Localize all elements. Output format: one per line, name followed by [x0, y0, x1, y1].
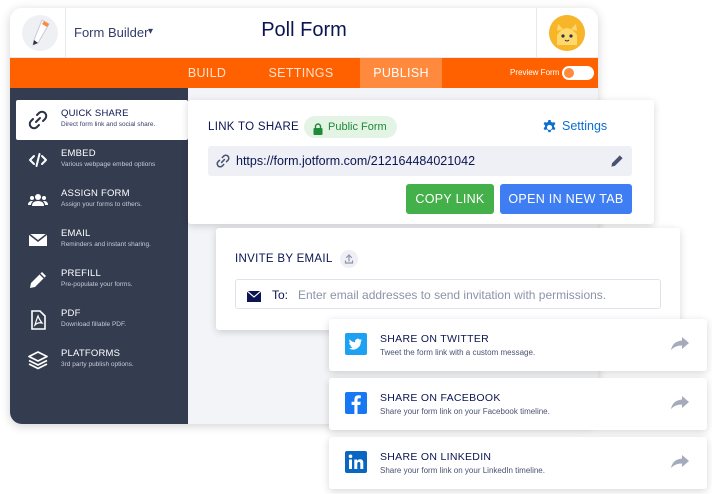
sidebar-item-subtitle: 3rd party publish options. — [61, 361, 134, 368]
public-form-badge[interactable]: Public Form — [304, 116, 397, 138]
share-on-twitter-card[interactable]: SHARE ON TWITTER Tweet the form link wit… — [329, 319, 707, 371]
sidebar-item-subtitle: Various webpage embed options — [61, 161, 156, 168]
nav-bar: BUILD SETTINGS PUBLISH Preview Form — [10, 58, 598, 88]
tab-settings[interactable]: SETTINGS — [266, 58, 336, 88]
sidebar: QUICK SHARE Direct form link and social … — [10, 88, 188, 424]
to-label: To: — [272, 288, 289, 302]
form-url-field[interactable]: https://form.jotform.com/212164484021042 — [208, 146, 632, 176]
pencil-icon — [28, 270, 48, 290]
tab-build[interactable]: BUILD — [180, 58, 234, 88]
invite-by-email-card: INVITE BY EMAIL To: Enter email addresse… — [216, 228, 680, 330]
tab-publish[interactable]: PUBLISH — [360, 58, 442, 88]
sidebar-item-subtitle: Direct form link and social share. — [61, 121, 156, 128]
invite-email-input[interactable]: To: Enter email addresses to send invita… — [235, 279, 661, 309]
user-avatar[interactable] — [549, 15, 585, 51]
form-title[interactable]: Poll Form — [10, 19, 598, 42]
sidebar-item-subtitle: Pre-populate your forms. — [61, 281, 133, 288]
sidebar-item-assign-form[interactable]: ASSIGN FORM Assign your forms to others. — [16, 180, 188, 220]
avatar-box[interactable] — [536, 8, 598, 58]
sidebar-item-prefill[interactable]: PREFILL Pre-populate your forms. — [16, 260, 188, 300]
sidebar-item-title: EMAIL — [61, 228, 91, 239]
sidebar-item-title: PLATFORMS — [61, 348, 121, 359]
link-icon — [28, 110, 48, 130]
sidebar-item-title: ASSIGN FORM — [61, 188, 130, 199]
share-on-facebook-subtitle: Share your form link on your Facebook ti… — [380, 407, 550, 416]
share-on-linkedin-subtitle: Share your form link on your LinkedIn ti… — [380, 466, 545, 475]
sidebar-item-title: PDF — [61, 308, 81, 319]
sidebar-item-quick-share[interactable]: QUICK SHARE Direct form link and social … — [16, 100, 188, 140]
lock-icon — [313, 121, 323, 135]
header: Form Builder ▾ Poll Form — [10, 8, 598, 58]
settings-link[interactable]: Settings — [543, 119, 608, 135]
email-placeholder: Enter email addresses to send invitation… — [298, 288, 607, 302]
sidebar-item-embed[interactable]: EMBED Various webpage embed options — [16, 140, 188, 180]
sidebar-item-pdf[interactable]: PDF Download fillable PDF. — [16, 300, 188, 340]
sidebar-item-subtitle: Assign your forms to others. — [61, 201, 142, 208]
pdf-icon — [28, 310, 48, 330]
share-arrow-icon[interactable] — [671, 337, 689, 351]
open-in-new-tab-button[interactable]: OPEN IN NEW TAB — [500, 184, 632, 214]
share-on-twitter-subtitle: Tweet the form link with a custom messag… — [380, 348, 536, 357]
share-arrow-icon[interactable] — [671, 455, 689, 469]
linkedin-icon — [345, 451, 367, 473]
share-on-linkedin-title: SHARE ON LINKEDIN — [380, 451, 492, 463]
settings-label: Settings — [562, 119, 608, 133]
share-on-facebook-card[interactable]: SHARE ON FACEBOOK Share your form link o… — [329, 378, 707, 430]
sidebar-item-title: PREFILL — [61, 268, 101, 279]
layers-icon — [28, 350, 48, 370]
sidebar-item-email[interactable]: EMAIL Reminders and instant sharing. — [16, 220, 188, 260]
share-on-twitter-title: SHARE ON TWITTER — [380, 333, 490, 345]
form-url[interactable]: https://form.jotform.com/212164484021042 — [236, 154, 475, 168]
facebook-icon — [345, 392, 367, 414]
envelope-icon — [28, 230, 48, 250]
link-to-share-heading: LINK TO SHARE — [208, 121, 300, 133]
sidebar-item-title: QUICK SHARE — [61, 108, 129, 119]
share-on-linkedin-card[interactable]: SHARE ON LINKEDIN Share your form link o… — [329, 437, 707, 489]
upload-icon[interactable] — [340, 250, 358, 268]
sidebar-item-title: EMBED — [61, 148, 96, 159]
public-form-label: Public Form — [328, 121, 387, 133]
invite-by-email-heading: INVITE BY EMAIL — [235, 253, 333, 265]
preview-form-toggle[interactable] — [562, 66, 594, 80]
share-arrow-icon[interactable] — [671, 396, 689, 410]
envelope-icon — [246, 289, 262, 302]
code-icon — [28, 150, 48, 170]
link-to-share-card: LINK TO SHARE Public Form Settings https… — [188, 100, 654, 224]
gear-icon — [542, 119, 557, 134]
link-icon — [216, 154, 230, 168]
twitter-icon — [345, 333, 367, 355]
sidebar-item-subtitle: Download fillable PDF. — [61, 321, 127, 328]
sidebar-item-platforms[interactable]: PLATFORMS 3rd party publish options. — [16, 340, 188, 380]
preview-form-label: Preview Form — [510, 68, 560, 77]
share-on-facebook-title: SHARE ON FACEBOOK — [380, 392, 501, 404]
toggle-knob — [564, 68, 574, 78]
users-icon — [28, 190, 48, 210]
edit-url-pencil-icon[interactable] — [610, 154, 624, 168]
sidebar-item-subtitle: Reminders and instant sharing. — [61, 241, 151, 248]
copy-link-button[interactable]: COPY LINK — [406, 184, 494, 214]
